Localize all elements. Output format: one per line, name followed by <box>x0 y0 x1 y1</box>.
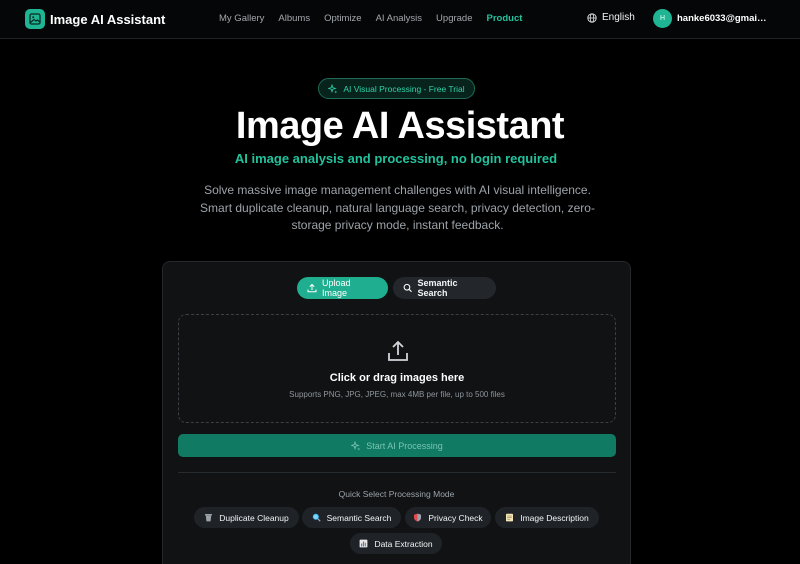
mode-chip-duplicate-cleanup[interactable]: Duplicate Cleanup <box>194 507 299 528</box>
mode-chip-label: Duplicate Cleanup <box>219 512 289 523</box>
file-dropzone[interactable]: Click or drag images here Supports PNG, … <box>178 314 616 423</box>
language-label: English <box>602 12 635 23</box>
start-processing-button[interactable]: Start AI Processing <box>178 434 616 457</box>
tab-semantic-search[interactable]: Semantic Search <box>393 277 496 299</box>
mode-chip-label: Image Description <box>520 512 589 523</box>
tab-search-label: Semantic Search <box>417 278 458 298</box>
page-title: Image AI Assistant <box>235 105 565 147</box>
dropzone-hint: Supports PNG, JPG, JPEG, max 4MB per fil… <box>289 390 505 399</box>
search-icon <box>312 513 321 522</box>
user-email: hanke6033@gmai… <box>677 13 767 24</box>
nav-link-upgrade[interactable]: Upgrade <box>436 13 472 24</box>
nav-link-albums[interactable]: Albums <box>278 13 310 24</box>
upload-icon <box>307 283 317 293</box>
badge-label: AI Visual Processing - Free Trial <box>343 83 465 94</box>
nav-links: My Gallery Albums Optimize AI Analysis U… <box>219 13 536 24</box>
brand[interactable]: Image AI Assistant <box>25 9 165 29</box>
globe-icon <box>587 12 597 23</box>
image-icon <box>25 9 45 29</box>
nav-link-ai-analysis[interactable]: AI Analysis <box>376 13 422 24</box>
search-icon <box>403 283 412 293</box>
page-description: Solve massive image management challenge… <box>200 183 595 232</box>
top-navbar: Image AI Assistant My Gallery Albums Opt… <box>0 0 800 39</box>
mode-chip-image-description[interactable]: Image Description <box>495 507 599 528</box>
nav-link-my-gallery[interactable]: My Gallery <box>219 13 264 24</box>
mode-tabs: Upload Image Semantic Search <box>297 277 496 299</box>
upload-card: Upload Image Semantic Search Click or dr… <box>162 261 631 564</box>
mode-chip-label: Data Extraction <box>374 538 433 549</box>
tab-upload-image[interactable]: Upload Image <box>297 277 388 299</box>
mode-chip-data-extraction[interactable]: Data Extraction <box>350 533 442 554</box>
upload-icon <box>388 340 408 361</box>
memo-icon <box>505 513 514 522</box>
mode-chip-label: Privacy Check <box>428 512 483 523</box>
nav-link-product[interactable]: Product <box>487 13 523 24</box>
mode-section-label: Quick Select Processing Mode <box>338 489 455 499</box>
tab-upload-label: Upload Image <box>322 278 351 298</box>
divider <box>178 472 616 473</box>
trash-icon <box>204 513 213 522</box>
trial-badge: AI Visual Processing - Free Trial <box>318 78 475 99</box>
brand-name: Image AI Assistant <box>50 11 166 27</box>
nav-link-optimize[interactable]: Optimize <box>324 13 361 24</box>
sparkles-icon <box>351 440 361 450</box>
user-menu[interactable]: H hanke6033@gmai… <box>653 9 767 28</box>
mode-chip-semantic-search[interactable]: Semantic Search <box>302 507 401 528</box>
language-selector[interactable]: English <box>587 12 635 23</box>
mode-chip-privacy-check[interactable]: Privacy Check <box>405 507 491 528</box>
shield-icon <box>413 513 422 522</box>
avatar: H <box>653 9 672 28</box>
page-subtitle: AI image analysis and processing, no log… <box>234 151 558 166</box>
sparkles-icon <box>328 83 338 93</box>
start-processing-label: Start AI Processing <box>366 440 443 451</box>
mode-chip-label: Semantic Search <box>326 512 392 523</box>
dropzone-title: Click or drag images here <box>329 372 465 384</box>
bar-chart-icon <box>359 539 368 548</box>
